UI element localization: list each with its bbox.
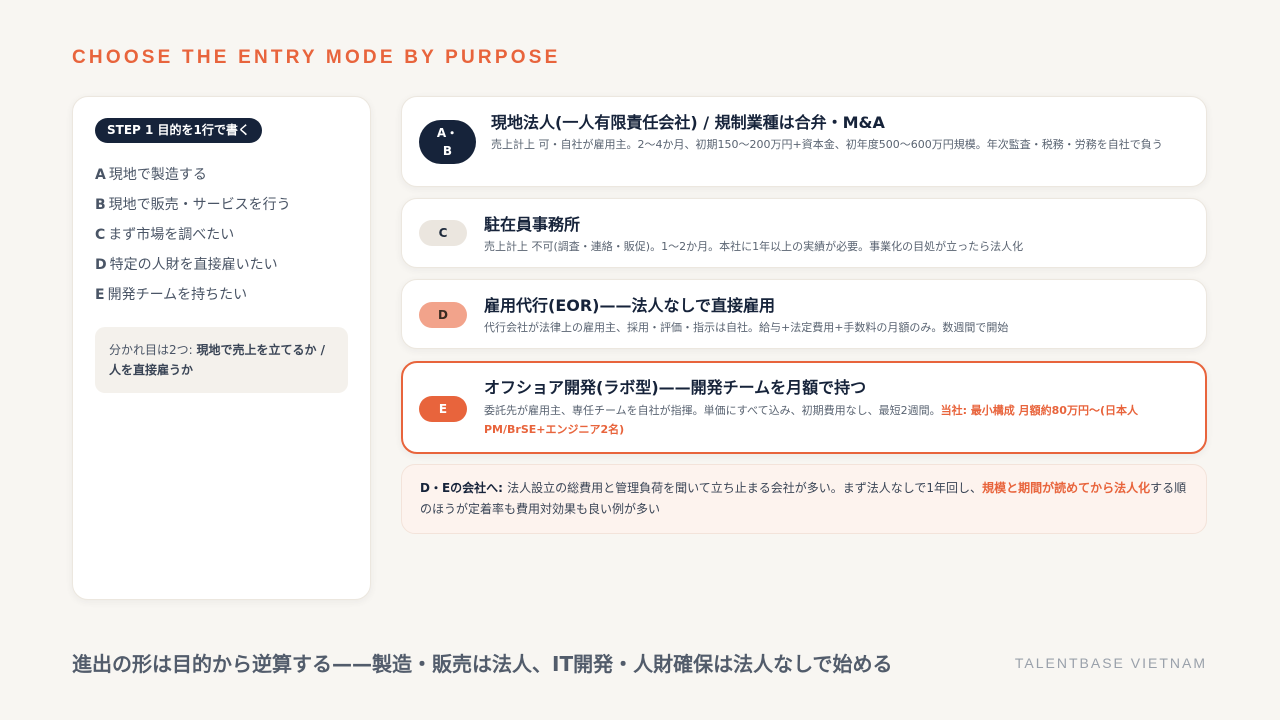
callout-accent: 規模と期間が読めてから法人化 — [982, 481, 1151, 495]
purpose-letter: B — [95, 197, 106, 213]
mode-desc: 売上計上 不可(調査・連絡・販促)。1〜2か月。本社に1年以上の実績が必要。事業… — [484, 240, 1024, 253]
mode-card-d: D 雇用代行(EOR)——法人なしで直接雇用 代行会社が法律上の雇用主、採用・評… — [401, 279, 1207, 349]
mode-desc: 代行会社が法律上の雇用主、採用・評価・指示は自社。給与+法定費用+手数料の月額の… — [484, 321, 1009, 334]
callout-box: D・Eの会社へ: 法人設立の総費用と管理負荷を聞いて立ち止まる会社が多い。まず法… — [401, 464, 1207, 534]
badge-line-2: B — [442, 144, 453, 158]
mode-desc: 委託先が雇用主、専任チームを自社が指揮。単価にすべて込み、初期費用なし、最短2週… — [484, 401, 1194, 439]
purpose-text: 特定の人財を直接雇いたい — [109, 257, 278, 273]
purpose-item-d: D 特定の人財を直接雇いたい — [95, 250, 348, 280]
mode-title: 雇用代行(EOR)——法人なしで直接雇用 — [484, 296, 775, 315]
purpose-list: A 現地で製造する B 現地で販売・サービスを行う C まず市場を調べたい D 特定の人… — [95, 160, 348, 310]
purpose-letter: D — [95, 257, 107, 273]
purpose-text: 現地で製造する — [108, 167, 207, 183]
footer-title: 進出の形は目的から逆算する——製造・販売は法人、IT開発・人財確保は法人なしで始… — [72, 652, 893, 676]
purpose-text: 現地で販売・サービスを行う — [108, 197, 291, 213]
footer-brand: TALENTBASE VIETNAM — [1014, 655, 1207, 671]
section-eyebrow: CHOOSE THE ENTRY MODE BY PURPOSE — [72, 47, 561, 68]
purpose-text: 開発チームを持ちたい — [107, 287, 248, 303]
purpose-text: まず市場を調べたい — [108, 227, 235, 243]
purpose-item-e: E 開発チームを持ちたい — [95, 280, 348, 310]
purpose-letter: A — [95, 167, 106, 183]
purpose-letter: E — [95, 287, 105, 303]
callout-bold: D・Eの会社へ: — [420, 481, 508, 495]
mode-badge-ab: A・ B — [419, 120, 476, 164]
mode-badge-e: E — [419, 396, 467, 422]
purpose-panel: STEP 1 目的を1行で書く A 現地で製造する B 現地で販売・サービスを行う … — [72, 96, 371, 600]
mode-desc: 売上計上 可・自社が雇用主。2〜4か月、初期150〜200万円+資本金、初年度5… — [491, 138, 1163, 151]
decision-note: 分かれ目は2つ: 現地で売上を立てるか / 人を直接雇うか — [95, 327, 348, 393]
mode-card-ab: A・ B 現地法人(一人有限責任会社) / 規制業種は合弁・M&A 売上計上 可… — [401, 96, 1207, 187]
badge-line-1: A・ — [436, 126, 459, 140]
note-prefix: 分かれ目は2つ: — [109, 343, 197, 357]
mode-title: 駐在員事務所 — [484, 215, 581, 234]
mode-card-e: E オフショア開発(ラボ型)——開発チームを月額で持つ 委託先が雇用主、専任チー… — [401, 361, 1207, 454]
mode-badge-c: C — [419, 220, 467, 246]
callout-text-1: 法人設立の総費用と管理負荷を聞いて立ち止まる会社が多い。まず法人なしで1年回し、 — [507, 481, 983, 495]
mode-desc-text: 委託先が雇用主、専任チームを自社が指揮。単価にすべて込み、初期費用なし、最短2週… — [484, 404, 941, 417]
mode-badge-d: D — [419, 302, 467, 328]
mode-title: 現地法人(一人有限責任会社) / 規制業種は合弁・M&A — [491, 113, 885, 132]
purpose-item-a: A 現地で製造する — [95, 160, 348, 190]
purpose-item-c: C まず市場を調べたい — [95, 220, 348, 250]
mode-title: オフショア開発(ラボ型)——開発チームを月額で持つ — [484, 378, 867, 397]
step-label: STEP 1 目的を1行で書く — [95, 118, 262, 143]
mode-card-c: C 駐在員事務所 売上計上 不可(調査・連絡・販促)。1〜2か月。本社に1年以上… — [401, 198, 1207, 268]
purpose-item-b: B 現地で販売・サービスを行う — [95, 190, 348, 220]
purpose-letter: C — [95, 227, 106, 243]
